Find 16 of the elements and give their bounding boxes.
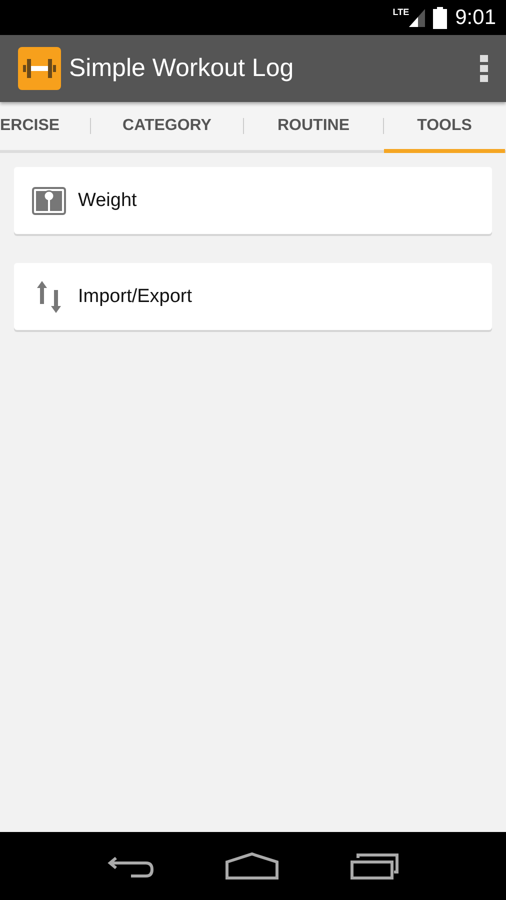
scale-icon [32, 186, 66, 214]
dumbbell-icon [18, 47, 61, 90]
home-icon[interactable] [224, 852, 279, 880]
clock-time: 9:01 [455, 6, 496, 30]
tab[interactable]: TOOLS [384, 102, 505, 153]
tool-card[interactable]: Weight [14, 167, 492, 234]
signal-icon [409, 8, 426, 26]
tab[interactable]: CATEGORY [91, 102, 243, 150]
app-title: Simple Workout Log [69, 54, 295, 83]
tab[interactable]: ROUTINE [244, 102, 383, 150]
battery-icon [433, 6, 448, 28]
overflow-menu-icon[interactable] [480, 54, 488, 82]
network-label: LTE [392, 6, 410, 16]
tab[interactable]: ERCISE [0, 102, 90, 150]
tool-card[interactable]: Import/Export [14, 263, 492, 330]
recent-apps-icon[interactable] [350, 852, 400, 880]
